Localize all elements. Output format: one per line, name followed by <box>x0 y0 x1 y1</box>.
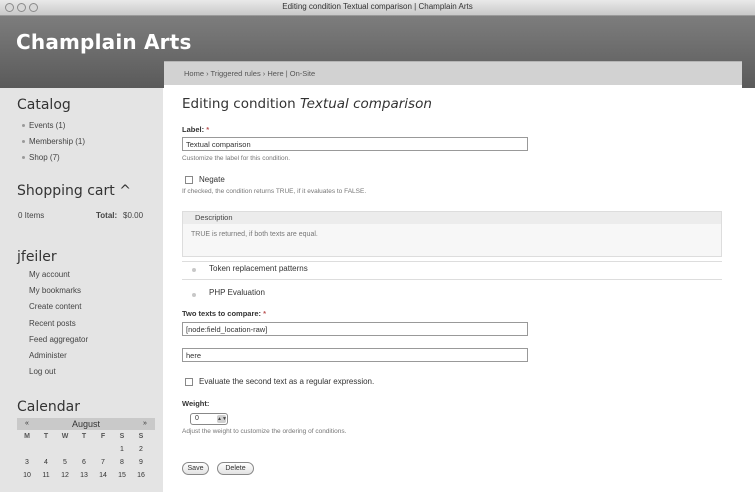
user-menu-create-content[interactable]: Create content <box>29 302 81 311</box>
fieldset-border <box>182 279 722 280</box>
bullet-icon <box>22 124 25 127</box>
regex-label[interactable]: Evaluate the second text as a regular ex… <box>199 377 374 386</box>
calendar-day[interactable]: 1 <box>114 446 130 453</box>
calendar-day[interactable]: 11 <box>38 472 54 478</box>
compare-text1-input[interactable] <box>182 322 528 336</box>
regex-checkbox[interactable] <box>185 378 193 386</box>
cart-toggle-icon[interactable]: ^ <box>119 183 131 199</box>
description-text: TRUE is returned, if both texts are equa… <box>191 231 318 238</box>
bullet-icon <box>22 156 25 159</box>
calendar-month: August <box>71 419 101 429</box>
calendar-day[interactable]: 4 <box>38 459 54 466</box>
delete-button[interactable]: Delete <box>217 462 254 475</box>
user-menu-administer[interactable]: Administer <box>29 351 67 360</box>
calendar-day[interactable]: 3 <box>19 459 35 466</box>
user-menu-my-bookmarks[interactable]: My bookmarks <box>29 286 81 295</box>
label-field-label-text: Label: <box>182 125 205 134</box>
compare-label: Two texts to compare: * <box>182 309 266 318</box>
label-input[interactable] <box>182 137 528 151</box>
label-field-label: Label: * <box>182 125 209 134</box>
weight-select[interactable]: 0 ▲▼ <box>190 413 228 425</box>
php-evaluation-link[interactable]: PHP Evaluation <box>209 288 265 297</box>
weight-label: Weight: <box>182 399 210 408</box>
calendar-day[interactable]: 14 <box>95 472 111 478</box>
negate-description: If checked, the condition returns TRUE, … <box>182 188 367 195</box>
user-menu-title: jfeiler <box>17 249 57 265</box>
compare-label-text: Two texts to compare: <box>182 309 262 318</box>
calendar-day[interactable]: 2 <box>133 446 149 453</box>
negate-checkbox[interactable] <box>185 176 193 184</box>
fieldset-legend-bar <box>183 212 721 224</box>
cart-title: Shopping cart ^ <box>17 183 131 199</box>
calendar-day[interactable]: 12 <box>57 472 73 478</box>
collapse-toggle-icon[interactable] <box>192 268 196 272</box>
calendar-weekday: W <box>61 433 69 440</box>
user-menu-log-out[interactable]: Log out <box>29 367 56 376</box>
catalog-item-events[interactable]: Events (1) <box>29 121 65 130</box>
calendar-prev-icon[interactable]: « <box>19 420 35 427</box>
description-legend: Description <box>195 213 233 222</box>
user-menu-my-account[interactable]: My account <box>29 270 70 279</box>
calendar-weekday: T <box>43 433 49 440</box>
token-patterns-link[interactable]: Token replacement patterns <box>209 264 308 273</box>
calendar-weekday: T <box>81 433 87 440</box>
bullet-icon <box>22 140 25 143</box>
breadcrumb[interactable]: Home › Triggered rules › Here | On-Site <box>184 69 315 78</box>
calendar-next-icon[interactable]: » <box>137 420 153 427</box>
window-title: Editing condition Textual comparison | C… <box>282 2 473 11</box>
label-field-description: Customize the label for this condition. <box>182 155 291 162</box>
cart-item-count: 0 Items <box>18 211 45 220</box>
cart-total-label: Total: <box>96 211 118 220</box>
fieldset-border <box>182 261 722 262</box>
calendar-day[interactable]: 7 <box>95 459 111 466</box>
page-title: Editing condition Textual comparison <box>182 96 432 112</box>
save-button[interactable]: Save <box>182 462 209 475</box>
calendar-day[interactable]: 13 <box>76 472 92 478</box>
page-title-prefix: Editing condition <box>182 96 296 112</box>
select-arrows-icon: ▲▼ <box>217 415 227 423</box>
calendar-day[interactable]: 16 <box>133 472 149 478</box>
cart-total-value: $0.00 <box>123 211 144 220</box>
page-title-name: Textual comparison <box>300 96 432 112</box>
cart-title-text: Shopping cart <box>17 183 115 199</box>
calendar-weekday: M <box>24 433 30 440</box>
user-menu-feed-aggregator[interactable]: Feed aggregator <box>29 335 88 344</box>
calendar-day[interactable]: 5 <box>57 459 73 466</box>
description-fieldset: Description TRUE is returned, if both te… <box>182 211 722 257</box>
compare-text2-input[interactable] <box>182 348 528 362</box>
calendar-day[interactable]: 10 <box>19 472 35 478</box>
breadcrumb-bar: Home › Triggered rules › Here | On-Site <box>164 61 742 85</box>
calendar-weekday: S <box>119 433 125 440</box>
calendar-weekday: F <box>100 433 106 440</box>
user-menu-recent-posts[interactable]: Recent posts <box>29 319 76 328</box>
window-titlebar: Editing condition Textual comparison | C… <box>0 0 755 16</box>
calendar-day[interactable]: 8 <box>114 459 130 466</box>
catalog-item-membership[interactable]: Membership (1) <box>29 137 85 146</box>
negate-label[interactable]: Negate <box>199 175 225 184</box>
calendar-day[interactable]: 6 <box>76 459 92 466</box>
catalog-title: Catalog <box>17 97 71 113</box>
site-name[interactable]: Champlain Arts <box>16 30 192 54</box>
required-marker: * <box>263 309 267 318</box>
calendar-day[interactable]: 15 <box>114 472 130 478</box>
sidebar: Catalog Events (1) Membership (1) Shop (… <box>0 88 163 492</box>
catalog-item-shop[interactable]: Shop (7) <box>29 153 60 162</box>
weight-description: Adjust the weight to customize the order… <box>182 428 347 435</box>
calendar-weekday: S <box>138 433 144 440</box>
collapse-toggle-icon[interactable] <box>192 293 196 297</box>
required-marker: * <box>206 125 210 134</box>
weight-value: 0 <box>195 415 199 422</box>
calendar-title: Calendar <box>17 399 80 415</box>
calendar-day[interactable]: 9 <box>133 459 149 466</box>
